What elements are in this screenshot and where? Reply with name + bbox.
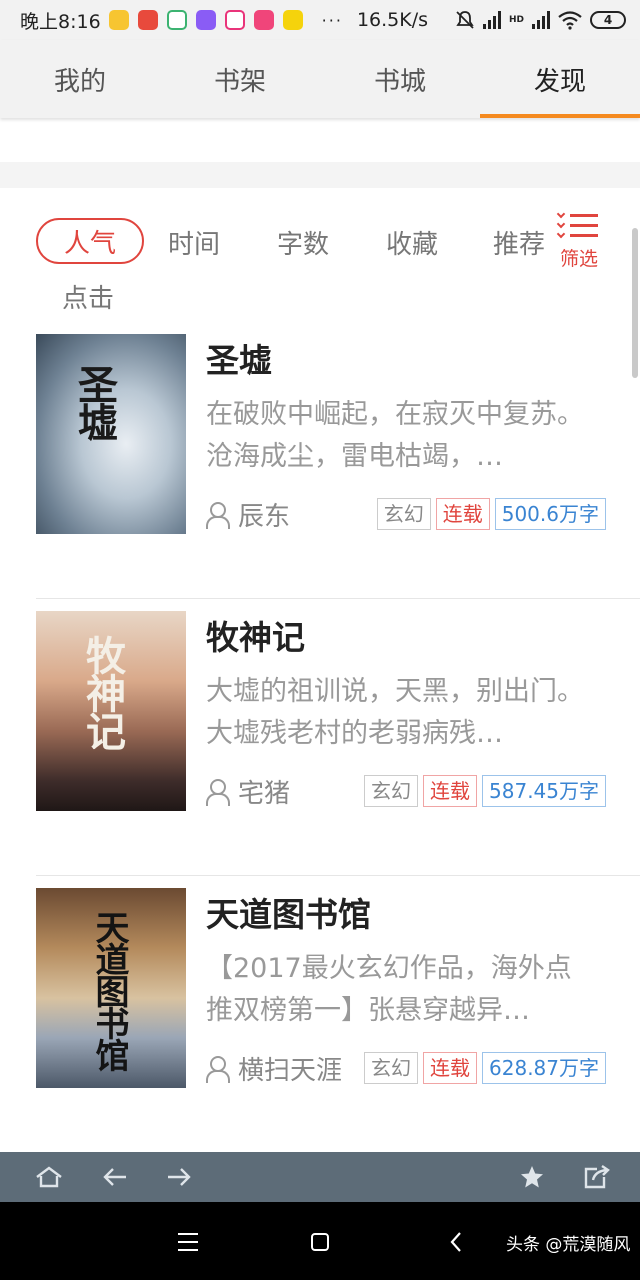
sort-popularity[interactable]: 人气 xyxy=(36,218,144,264)
signal-icon xyxy=(482,11,501,29)
shop-app-icon xyxy=(137,10,158,30)
bookmark-button[interactable] xyxy=(515,1160,549,1194)
genre-tag: 玄幻 xyxy=(364,1052,419,1084)
filter-button[interactable]: 筛选 xyxy=(556,209,602,272)
book-item[interactable]: 天道图书馆 天道图书馆 【2017最火玄幻作品，海外点推双榜第一】张悬穿越异… … xyxy=(36,876,640,1153)
person-icon xyxy=(206,1055,230,1083)
camera-app-icon xyxy=(166,10,187,30)
status-tag: 连载 xyxy=(423,1052,478,1084)
cover-title: 圣墟 xyxy=(71,364,118,440)
tab-bookshelf[interactable]: 书架 xyxy=(160,40,320,118)
tab-mine[interactable]: 我的 xyxy=(0,40,160,118)
sort-favorites[interactable]: 收藏 xyxy=(386,224,438,261)
genre-tag: 玄幻 xyxy=(364,775,419,807)
section-divider xyxy=(0,162,640,188)
video-app-icon xyxy=(195,10,216,30)
sort-recommend[interactable]: 推荐 xyxy=(493,224,545,261)
menu-icon[interactable] xyxy=(172,1226,204,1258)
book-description: 在破败中崛起，在寂灭中复苏。沧海成尘，雷电枯竭，… xyxy=(206,399,584,472)
book-tags: 玄幻 连载 500.6万字 xyxy=(376,498,606,530)
book-cover[interactable]: 天道图书馆 xyxy=(36,888,186,1088)
status-tag: 连载 xyxy=(435,498,490,530)
network-speed: 16.5K/s xyxy=(356,9,429,31)
live-app-icon xyxy=(253,10,274,30)
author-name: 宅猪 xyxy=(238,779,291,809)
word-count-tag: 587.45万字 xyxy=(482,775,606,807)
sort-clicks[interactable]: 点击 xyxy=(62,278,114,315)
forward-button[interactable] xyxy=(162,1160,196,1194)
cover-title: 天道图书馆 xyxy=(89,910,129,1070)
book-title[interactable]: 圣墟 xyxy=(206,334,272,382)
browser-toolbar xyxy=(0,1152,640,1202)
square-icon xyxy=(311,1233,329,1251)
home-nav-button[interactable] xyxy=(304,1226,336,1258)
battery-icon: 4 xyxy=(590,11,626,29)
book-title[interactable]: 天道图书馆 xyxy=(206,888,371,936)
author-name: 辰东 xyxy=(238,502,291,532)
hd-indicator: HD xyxy=(508,14,524,25)
status-tag: 连载 xyxy=(423,775,478,807)
person-icon xyxy=(206,778,230,806)
sort-time[interactable]: 时间 xyxy=(168,224,220,261)
tab-discover[interactable]: 发现 xyxy=(480,40,640,118)
back-nav-button[interactable] xyxy=(440,1226,472,1258)
book-author: 横扫天涯 xyxy=(206,1050,342,1087)
back-button[interactable] xyxy=(98,1160,132,1194)
book-title[interactable]: 牧神记 xyxy=(206,611,305,659)
word-count-tag: 500.6万字 xyxy=(494,498,606,530)
book-description: 【2017最火玄幻作品，海外点推双榜第一】张悬穿越异… xyxy=(206,953,572,1026)
more-notifications: ··· xyxy=(321,10,343,30)
chevron-left-icon xyxy=(450,1232,461,1252)
weibo-app-icon xyxy=(108,10,129,30)
share-button[interactable] xyxy=(580,1160,614,1194)
person-icon xyxy=(206,501,230,529)
filter-label: 筛选 xyxy=(559,248,598,270)
status-bar: 晚上8:16 ··· 16.5K/s HD 4 xyxy=(0,0,640,40)
book-cover[interactable]: 圣墟 xyxy=(36,334,186,534)
share-icon xyxy=(584,1165,610,1189)
book-tags: 玄幻 连载 587.45万字 xyxy=(364,775,606,807)
book-list: 圣墟 圣墟 在破败中崛起，在寂灭中复苏。沧海成尘，雷电枯竭，… 辰东 玄幻 连载… xyxy=(0,322,640,1153)
book-cover[interactable]: 牧神记 xyxy=(36,611,186,811)
watermark: 头条 @荒漠随风 xyxy=(506,1235,631,1255)
tab-bookstore[interactable]: 书城 xyxy=(320,40,480,118)
arrow-left-icon xyxy=(103,1168,126,1186)
mute-icon xyxy=(456,11,474,29)
book-item[interactable]: 牧神记 牧神记 大墟的祖训说，天黑，别出门。大墟残老村的老弱病残… 宅猪 玄幻 … xyxy=(36,599,640,876)
home-button[interactable] xyxy=(32,1160,66,1194)
star-icon xyxy=(521,1166,543,1188)
sort-bar: 人气 时间 字数 收藏 推荐 点击 筛选 xyxy=(0,209,640,320)
filter-icon xyxy=(556,209,602,242)
cover-title: 牧神记 xyxy=(79,635,126,749)
sort-word-count[interactable]: 字数 xyxy=(277,224,329,261)
system-nav-bar: 头条 @荒漠随风 xyxy=(0,1202,640,1280)
arrow-right-icon xyxy=(168,1168,191,1186)
signal-icon-2 xyxy=(532,11,550,29)
author-name: 横扫天涯 xyxy=(238,1056,343,1086)
news-app-icon xyxy=(282,10,303,30)
book-author: 宅猪 xyxy=(206,773,290,810)
word-count-tag: 628.87万字 xyxy=(482,1052,606,1084)
wifi-icon xyxy=(558,11,582,30)
top-tabs: 我的 书架 书城 发现 xyxy=(0,40,640,118)
book-author: 辰东 xyxy=(206,496,290,533)
home-icon xyxy=(36,1166,62,1188)
book-item[interactable]: 圣墟 圣墟 在破败中崛起，在寂灭中复苏。沧海成尘，雷电枯竭，… 辰东 玄幻 连载… xyxy=(36,322,640,599)
player-app-icon xyxy=(224,10,245,30)
status-time: 晚上8:16 xyxy=(20,10,101,33)
genre-tag: 玄幻 xyxy=(376,498,431,530)
book-description: 大墟的祖训说，天黑，别出门。大墟残老村的老弱病残… xyxy=(206,676,584,749)
book-tags: 玄幻 连载 628.87万字 xyxy=(364,1052,606,1084)
